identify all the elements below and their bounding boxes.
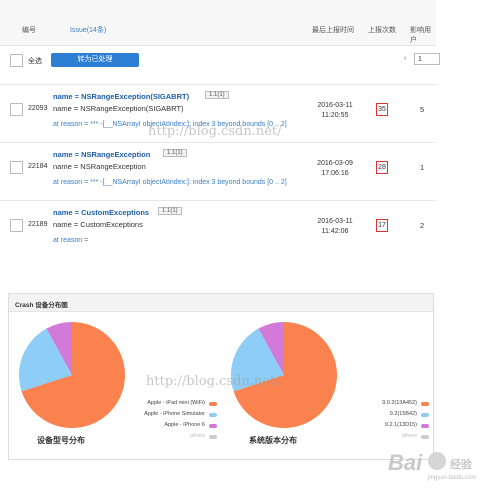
affected-users: 5	[420, 105, 425, 114]
device-legend: Apple - iPad mini (WiFi) Apple - iPhone S…	[127, 400, 217, 444]
legend-label[interactable]: 9.0.2(13A452)	[382, 400, 417, 406]
legend-label[interactable]: 9.2(15B42)	[390, 411, 417, 417]
version-badge: 1.1(1)	[205, 91, 229, 99]
device-chart-caption: 设备型号分布	[37, 436, 85, 445]
last-reported: 2016-03-11 11:20:55	[312, 101, 358, 121]
col-issue-header[interactable]: Issue(14条)	[70, 25, 106, 35]
watermark-text: http://blog.csdn.net/	[148, 124, 282, 139]
last-reported-date: 2016-03-11	[317, 218, 353, 225]
toolbar: 全选 转为已处理 ‹ 1	[8, 50, 440, 72]
issue-id: 22189	[28, 221, 48, 228]
issue-subtitle: name = NSRangeException(SIGABRT)	[53, 104, 184, 113]
baidu-logo-text: Bai	[388, 450, 423, 475]
select-all-label: 全选	[28, 58, 42, 65]
legend-swatch-icon	[209, 424, 217, 428]
issue-subtitle: name = NSRangeException	[53, 162, 146, 171]
baidu-suffix: 经验	[450, 459, 472, 471]
table-header: 编号 Issue(14条) 最后上报时间 上报次数 影响用户	[0, 0, 436, 46]
legend-label[interactable]: Apple - iPad mini (WiFi)	[147, 400, 205, 406]
issue-subtitle: name = CustomExceptions	[53, 220, 143, 229]
affected-users: 2	[420, 221, 425, 230]
affected-users: 1	[420, 163, 425, 172]
issue-title[interactable]: name = NSRangeException	[53, 150, 150, 159]
last-reported-time: 11:20:55	[321, 112, 349, 119]
col-id-header: 编号	[22, 27, 36, 34]
col-report-count-header: 上报次数	[368, 27, 396, 34]
legend-label[interactable]: others	[402, 433, 417, 439]
table-row[interactable]: 22189 name = CustomExceptions 1.1(1) nam…	[0, 200, 436, 259]
legend-swatch-icon	[209, 435, 217, 439]
pager-prev-icon[interactable]: ‹	[404, 55, 406, 62]
col-last-reported-header: 最后上报时间	[312, 27, 354, 34]
last-reported-date: 2016-03-09	[317, 160, 353, 167]
legend-label[interactable]: 9.2.1(13D15)	[385, 422, 417, 428]
legend-label[interactable]: Apple - iPhone Simulator	[144, 411, 205, 417]
issue-reason: at reason =	[53, 237, 89, 244]
report-count: 17	[376, 219, 388, 232]
last-reported-date: 2016-03-11	[317, 102, 353, 109]
issue-title[interactable]: name = NSRangeException(SIGABRT)	[53, 92, 189, 101]
last-reported: 2016-03-09 17:06:16	[312, 159, 358, 179]
row-checkbox[interactable]	[10, 161, 23, 174]
issue-reason: at reason = *** -[__NSArrayI objectAtInd…	[53, 179, 287, 186]
legend-swatch-icon	[421, 435, 429, 439]
row-checkbox[interactable]	[10, 219, 23, 232]
issue-title[interactable]: name = CustomExceptions	[53, 208, 149, 217]
legend-swatch-icon	[421, 413, 429, 417]
legend-swatch-icon	[421, 402, 429, 406]
page-input[interactable]: 1	[414, 53, 440, 65]
table-row[interactable]: 22184 name = NSRangeException 1.1(1) nam…	[0, 142, 436, 201]
baidu-paw-icon	[428, 452, 446, 470]
os-chart-caption: 系统版本分布	[249, 436, 297, 445]
panel-title: Crash 设备分布图	[15, 302, 68, 309]
last-reported-time: 17:06:16	[321, 170, 349, 177]
legend-swatch-icon	[421, 424, 429, 428]
legend-swatch-icon	[209, 402, 217, 406]
legend-label[interactable]: Apple - iPhone 6	[164, 422, 205, 428]
baidu-logo: Bai 经验 jingyan.baidu.com	[388, 448, 498, 488]
report-count: 35	[376, 103, 388, 116]
row-checkbox[interactable]	[10, 103, 23, 116]
watermark-text: http://blog.csdn.net/	[146, 374, 280, 389]
version-badge: 1.1(1)	[158, 207, 182, 215]
os-legend: 9.0.2(13A452) 9.2(15B42) 9.2.1(13D15) other…	[339, 400, 429, 444]
last-reported-time: 11:42:06	[321, 228, 349, 235]
baidu-site: jingyan.baidu.com	[428, 475, 477, 481]
mark-processed-button[interactable]: 转为已处理	[51, 53, 139, 67]
issue-id: 22184	[28, 163, 48, 170]
col-affected-users-header: 影响用户	[410, 27, 431, 44]
legend-label[interactable]: others	[190, 433, 205, 439]
issue-id: 22093	[28, 105, 48, 112]
last-reported: 2016-03-11 11:42:06	[312, 217, 358, 237]
report-count: 28	[376, 161, 388, 174]
device-pie-chart	[18, 322, 125, 428]
panel-header: Crash 设备分布图	[9, 294, 433, 312]
legend-swatch-icon	[209, 413, 217, 417]
select-all-checkbox[interactable]	[10, 54, 23, 67]
version-badge: 1.1(1)	[163, 149, 187, 157]
